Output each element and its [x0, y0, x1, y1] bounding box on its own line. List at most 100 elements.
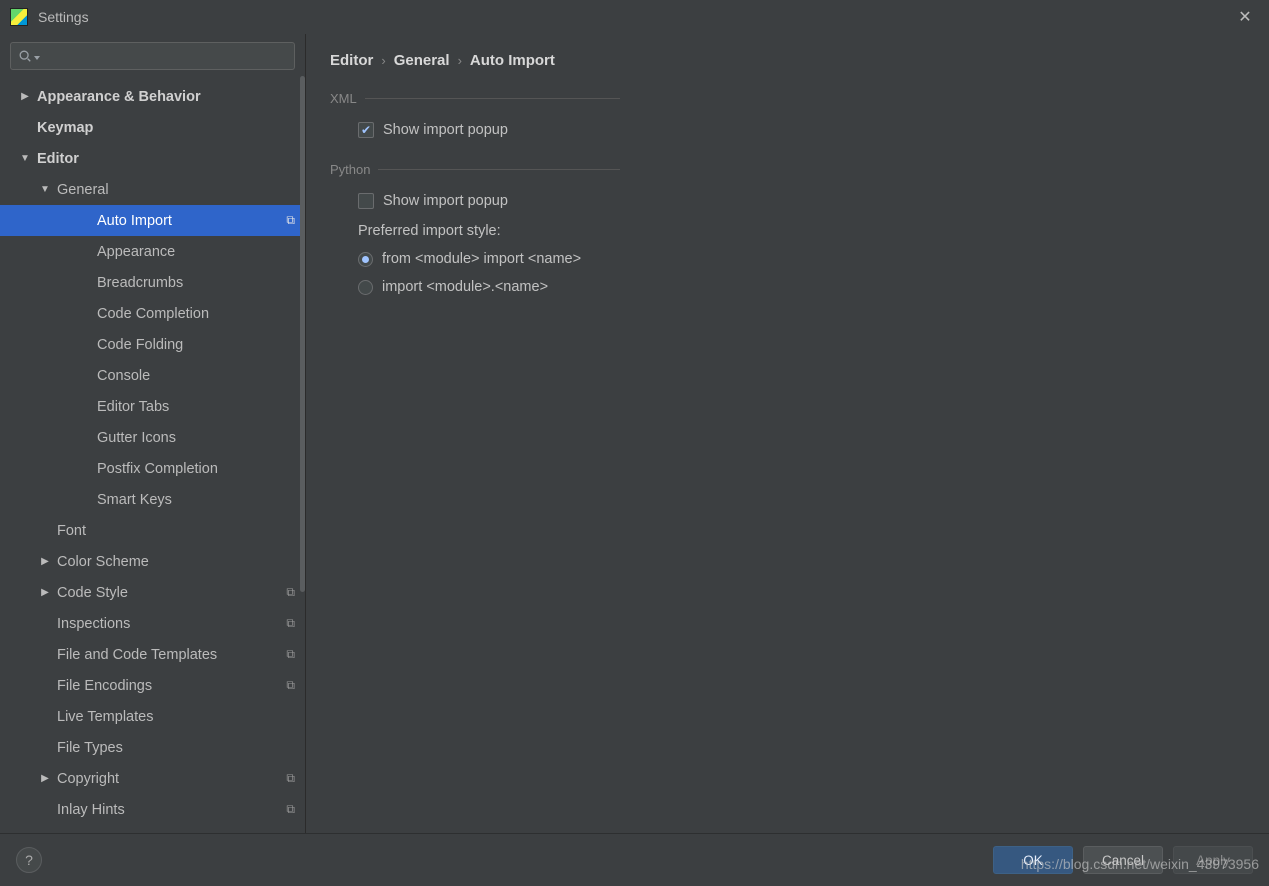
- chevron-right-icon: ›: [458, 53, 462, 68]
- tree-item-label: Console: [97, 368, 295, 384]
- sidebar-scrollbar[interactable]: [300, 76, 305, 592]
- tree-item-label: Keymap: [37, 120, 295, 136]
- tree-item-label: Smart Keys: [97, 492, 295, 508]
- dialog-footer: ? OK Cancel Apply https://blog.csdn.net/…: [0, 833, 1269, 886]
- ok-button-label: OK: [1023, 853, 1043, 868]
- tree-item-label: Code Completion: [97, 306, 295, 322]
- tree-item-appearance-behavior[interactable]: ▶ Appearance & Behavior: [0, 81, 305, 112]
- tree-item-breadcrumbs[interactable]: ▶Breadcrumbs: [0, 267, 305, 298]
- tree-item-inlay-hints[interactable]: ▶Inlay Hints⧉: [0, 794, 305, 825]
- tree-item-color-scheme[interactable]: ▶ Color Scheme: [0, 546, 305, 577]
- settings-tree[interactable]: ▶Appearance & Behavior▶Keymap▼Editor▼Gen…: [0, 76, 305, 833]
- tree-item-editor[interactable]: ▼ Editor: [0, 143, 305, 174]
- tree-item-label: Inlay Hints: [57, 802, 279, 818]
- breadcrumb-auto-import: Auto Import: [470, 52, 555, 69]
- tree-item-keymap[interactable]: ▶Keymap: [0, 112, 305, 143]
- python-show-import-popup-label: Show import popup: [383, 193, 508, 209]
- tree-item-editor-tabs[interactable]: ▶Editor Tabs: [0, 391, 305, 422]
- tree-item-label: Code Folding: [97, 337, 295, 353]
- app-icon: [10, 8, 28, 26]
- chevron-right-icon[interactable]: ▶: [38, 587, 52, 598]
- tree-item-label: File Encodings: [57, 678, 279, 694]
- tree-item-label: Gutter Icons: [97, 430, 295, 446]
- apply-button[interactable]: Apply: [1173, 846, 1253, 874]
- tree-item-file-encodings[interactable]: ▶File Encodings⧉: [0, 670, 305, 701]
- chevron-right-icon[interactable]: ▶: [18, 91, 32, 102]
- breadcrumb-general[interactable]: General: [394, 52, 450, 69]
- chevron-right-icon[interactable]: ▶: [38, 556, 52, 567]
- section-xml-title: XML: [330, 91, 357, 106]
- tree-item-label: Editor Tabs: [97, 399, 295, 415]
- tree-item-gutter-icons[interactable]: ▶Gutter Icons: [0, 422, 305, 453]
- tree-item-copyright[interactable]: ▶ Copyright⧉: [0, 763, 305, 794]
- divider: [365, 98, 620, 99]
- tree-item-smart-keys[interactable]: ▶Smart Keys: [0, 484, 305, 515]
- tree-item-label: Copyright: [57, 771, 279, 787]
- cancel-button-label: Cancel: [1102, 853, 1144, 868]
- tree-item-label: General: [57, 182, 295, 198]
- checkbox-unchecked-icon[interactable]: [358, 193, 374, 209]
- title-bar: Settings ✕: [0, 0, 1269, 34]
- xml-show-import-popup-row[interactable]: Show import popup: [358, 116, 620, 144]
- help-button[interactable]: ?: [16, 847, 42, 873]
- search-history-caret-icon[interactable]: [34, 56, 40, 60]
- cancel-button[interactable]: Cancel: [1083, 846, 1163, 874]
- chevron-down-icon[interactable]: ▼: [18, 153, 32, 164]
- tree-item-file-types[interactable]: ▶File Types: [0, 732, 305, 763]
- preferred-import-style-label: Preferred import style:: [358, 217, 620, 245]
- python-show-import-popup-row[interactable]: Show import popup: [358, 187, 620, 215]
- breadcrumb: Editor › General › Auto Import: [330, 52, 1245, 69]
- project-scope-icon: ⧉: [279, 616, 295, 631]
- import-style-from-module-label: from <module> import <name>: [382, 251, 581, 267]
- radio-selected-icon[interactable]: [358, 252, 373, 267]
- settings-content: Editor › General › Auto Import XML Show …: [306, 34, 1269, 833]
- breadcrumb-editor[interactable]: Editor: [330, 52, 373, 69]
- help-icon: ?: [25, 852, 33, 868]
- tree-item-label: File Types: [57, 740, 295, 756]
- checkbox-checked-icon[interactable]: [358, 122, 374, 138]
- tree-item-label: Breadcrumbs: [97, 275, 295, 291]
- tree-item-code-folding[interactable]: ▶Code Folding: [0, 329, 305, 360]
- close-icon[interactable]: ✕: [1231, 7, 1259, 27]
- chevron-right-icon: ›: [381, 53, 385, 68]
- tree-item-general[interactable]: ▼ General: [0, 174, 305, 205]
- import-style-import-module-row[interactable]: import <module>.<name>: [358, 273, 620, 301]
- tree-item-auto-import[interactable]: ▶Auto Import⧉: [0, 205, 305, 236]
- project-scope-icon: ⧉: [279, 771, 295, 786]
- tree-item-code-style[interactable]: ▶ Code Style⧉: [0, 577, 305, 608]
- search-input-wrap[interactable]: [10, 42, 295, 70]
- tree-item-label: Auto Import: [97, 213, 279, 229]
- tree-item-postfix-completion[interactable]: ▶Postfix Completion: [0, 453, 305, 484]
- tree-item-file-and-code-templates[interactable]: ▶File and Code Templates⧉: [0, 639, 305, 670]
- section-python-title: Python: [330, 162, 370, 177]
- xml-show-import-popup-label: Show import popup: [383, 122, 508, 138]
- project-scope-icon: ⧉: [279, 585, 295, 600]
- chevron-down-icon[interactable]: ▼: [38, 184, 52, 195]
- chevron-right-icon[interactable]: ▶: [38, 773, 52, 784]
- project-scope-icon: ⧉: [279, 213, 295, 228]
- tree-item-label: File and Code Templates: [57, 647, 279, 663]
- tree-item-live-templates[interactable]: ▶Live Templates: [0, 701, 305, 732]
- tree-item-code-completion[interactable]: ▶Code Completion: [0, 298, 305, 329]
- project-scope-icon: ⧉: [279, 802, 295, 817]
- tree-item-label: Code Style: [57, 585, 279, 601]
- ok-button[interactable]: OK: [993, 846, 1073, 874]
- divider: [378, 169, 620, 170]
- tree-item-label: Appearance & Behavior: [37, 89, 295, 105]
- tree-item-appearance[interactable]: ▶Appearance: [0, 236, 305, 267]
- tree-item-inspections[interactable]: ▶Inspections⧉: [0, 608, 305, 639]
- radio-unselected-icon[interactable]: [358, 280, 373, 295]
- tree-item-label: Postfix Completion: [97, 461, 295, 477]
- tree-item-label: Color Scheme: [57, 554, 295, 570]
- tree-item-label: Editor: [37, 151, 295, 167]
- project-scope-icon: ⧉: [279, 678, 295, 693]
- tree-item-font[interactable]: ▶Font: [0, 515, 305, 546]
- settings-sidebar: ▶Appearance & Behavior▶Keymap▼Editor▼Gen…: [0, 34, 306, 833]
- tree-item-label: Live Templates: [57, 709, 295, 725]
- tree-item-console[interactable]: ▶Console: [0, 360, 305, 391]
- import-style-from-module-row[interactable]: from <module> import <name>: [358, 245, 620, 273]
- apply-button-label: Apply: [1196, 853, 1230, 868]
- project-scope-icon: ⧉: [279, 647, 295, 662]
- tree-item-label: Inspections: [57, 616, 279, 632]
- search-input[interactable]: [48, 49, 288, 64]
